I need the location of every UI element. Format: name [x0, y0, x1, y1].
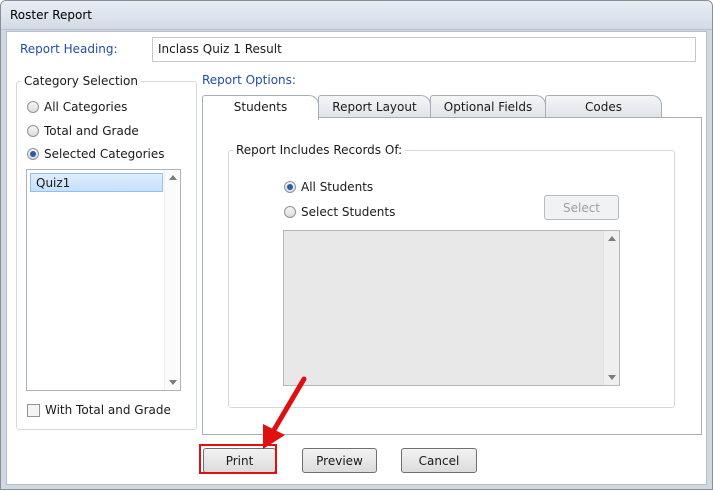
tab-students[interactable]: Students — [202, 95, 319, 120]
annotation-arrow-icon — [263, 376, 307, 449]
roster-report-window: Roster Report Report Heading: Inclass Qu… — [0, 0, 713, 490]
tab-label: Students — [233, 100, 288, 114]
